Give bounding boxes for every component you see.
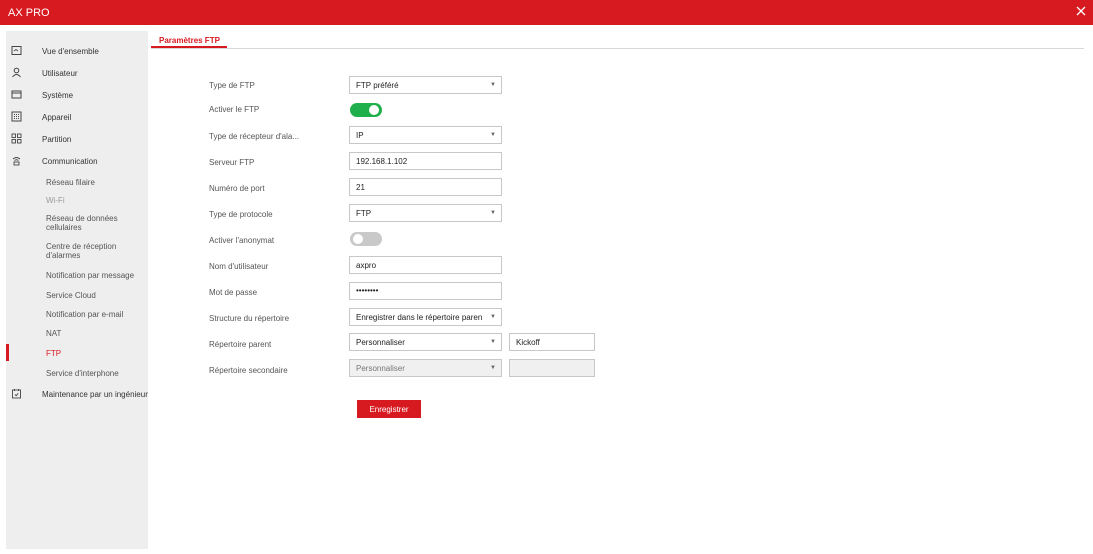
enable-ftp-label: Activer le FTP [209, 105, 260, 114]
ftp-type-select[interactable]: FTP préféré ▼ [349, 76, 502, 94]
chevron-down-icon: ▼ [490, 365, 496, 371]
ftp-server-value: 192.168.1.102 [356, 157, 408, 166]
secondary-dir-value: Personnaliser [356, 364, 405, 373]
alarm-receiver-type-label: Type de récepteur d'ala... [209, 132, 300, 141]
alarm-receiver-type-select[interactable]: IP ▼ [349, 126, 502, 144]
password-label: Mot de passe [209, 288, 258, 297]
sidebar-item-label: Partition [42, 135, 72, 144]
sidebar-item-system[interactable]: Système [6, 86, 148, 104]
ftp-server-input[interactable]: 192.168.1.102 [349, 152, 502, 170]
sidebar-item-label: Vue d'ensemble [42, 47, 99, 56]
chevron-down-icon: ▼ [490, 210, 496, 216]
sidebar-item-partition[interactable]: Partition [6, 130, 148, 148]
port-value: 21 [356, 183, 365, 192]
ftp-type-label: Type de FTP [209, 81, 255, 90]
sidebar-item-label: Utilisateur [42, 69, 78, 78]
parent-dir-value: Personnaliser [356, 338, 405, 347]
username-label: Nom d'utilisateur [209, 262, 269, 271]
parent-dir-label: Répertoire parent [209, 340, 272, 349]
chevron-down-icon: ▼ [490, 82, 496, 88]
sidebar-item-communication[interactable]: Communication [6, 152, 148, 170]
sidebar-item-overview[interactable]: Vue d'ensemble [6, 42, 148, 60]
ftp-type-value: FTP préféré [356, 81, 399, 90]
sidebar-subitem-label: Réseau de données cellulaires [46, 214, 118, 232]
username-value: axpro [356, 261, 377, 270]
maintenance-icon [12, 389, 21, 399]
sidebar-subitem-label: Service Cloud [46, 291, 96, 300]
sidebar-subitem-label: NAT [46, 329, 62, 338]
sidebar-subitem-label: Centre de réception d'alarmes [46, 242, 117, 260]
toggle-knob [353, 234, 363, 244]
secondary-dir-select: Personnaliser ▼ [349, 359, 502, 377]
user-icon [12, 67, 21, 78]
chevron-down-icon: ▼ [490, 132, 496, 138]
sidebar-item-maintenance[interactable]: Maintenance par un ingénieur [6, 385, 148, 403]
close-icon[interactable] [1075, 5, 1087, 17]
protocol-type-select[interactable]: FTP ▼ [349, 204, 502, 222]
communication-icon [12, 157, 21, 166]
chevron-down-icon: ▼ [490, 339, 496, 345]
partition-icon [11, 133, 22, 144]
sidebar-item-device[interactable]: Appareil [6, 108, 148, 126]
secondary-dir-custom-input [509, 359, 595, 377]
active-indicator [6, 344, 9, 361]
device-icon [11, 111, 22, 122]
sidebar-subitem-label: Service d'interphone [46, 369, 119, 378]
dir-structure-label: Structure du répertoire [209, 314, 290, 323]
sidebar-subitem-label: FTP [46, 349, 62, 358]
port-label: Numéro de port [209, 184, 265, 193]
parent-dir-custom-value: Kickoff [516, 338, 540, 347]
enable-ftp-toggle[interactable] [350, 103, 382, 117]
sidebar-subitem-label: Wi-Fi [46, 196, 65, 205]
sidebar-item-user[interactable]: Utilisateur [6, 64, 148, 82]
anonymous-label: Activer l'anonymat [209, 236, 275, 245]
sidebar-item-label: Système [42, 91, 74, 100]
protocol-type-label: Type de protocole [209, 210, 273, 219]
port-input[interactable]: 21 [349, 178, 502, 196]
tab-ftp-settings[interactable]: Paramètres FTP [159, 36, 220, 45]
dir-structure-select[interactable]: Enregistrer dans le répertoire paren ▼ [349, 308, 502, 326]
sidebar-subitem-label: Notification par message [46, 271, 135, 280]
tab-divider [151, 48, 1084, 49]
sidebar-item-label: Appareil [42, 113, 72, 122]
sidebar: Vue d'ensemble Utilisateur Système Appar… [6, 31, 148, 549]
sidebar-subitem-label: Notification par e-mail [46, 310, 124, 319]
overview-icon [11, 46, 22, 55]
sidebar-subitem-label: Réseau filaire [46, 178, 95, 187]
password-value: •••••••• [356, 286, 379, 295]
parent-dir-select[interactable]: Personnaliser ▼ [349, 333, 502, 351]
save-button[interactable]: Enregistrer [357, 400, 421, 418]
alarm-receiver-type-value: IP [356, 131, 364, 140]
ftp-server-label: Serveur FTP [209, 158, 255, 167]
username-input[interactable]: axpro [349, 256, 502, 274]
secondary-dir-label: Répertoire secondaire [209, 366, 288, 375]
protocol-type-value: FTP [356, 209, 372, 218]
system-icon [11, 90, 22, 99]
tab-active-underline [151, 46, 227, 48]
toggle-knob [369, 105, 379, 115]
password-input[interactable]: •••••••• [349, 282, 502, 300]
parent-dir-custom-input[interactable]: Kickoff [509, 333, 595, 351]
chevron-down-icon: ▼ [490, 314, 496, 320]
anonymous-toggle[interactable] [350, 232, 382, 246]
dir-structure-value: Enregistrer dans le répertoire paren [356, 313, 483, 322]
title-bar: AX PRO [0, 0, 1093, 25]
app-title: AX PRO [8, 7, 50, 19]
sidebar-item-label: Communication [42, 157, 98, 166]
sidebar-item-label: Maintenance par un ingénieur [42, 390, 148, 399]
